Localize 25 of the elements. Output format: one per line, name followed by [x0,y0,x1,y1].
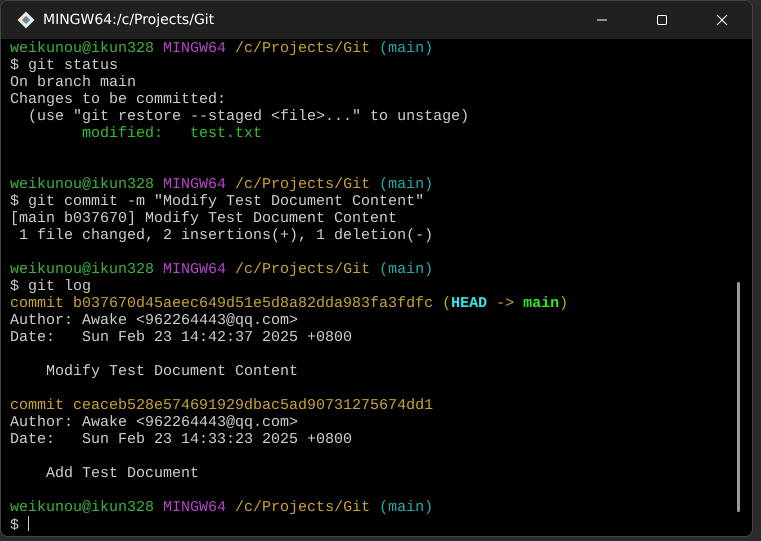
terminal-line: weikunou@ikun328 MINGW64 /c/Projects/Git (main) [10,176,434,193]
terminal-line: [main b037670] Modify Test Document Content [10,210,398,227]
terminal-line: commit b037670d45aeec649d51e5d8a82dda983fa3fdfc (HEAD -> main) [10,295,570,312]
window-title: MINGW64:/c/Projects/Git [43,12,214,28]
terminal-line: On branch main [10,74,138,91]
terminal-line: Date: Sun Feb 23 14:33:23 2025 +0800 [10,431,354,448]
terminal-line: $ [10,516,734,533]
terminal-line: 1 file changed, 2 insertions(+), 1 deletion(-) [18,227,434,244]
terminal-line: Add Test Document [45,465,200,482]
terminal-line: Date: Sun Feb 23 14:42:37 2025 +0800 [10,329,354,346]
terminal-line: modified: test.txt [81,125,264,142]
terminal-line: weikunou@ikun328 MINGW64 /c/Projects/Git (main) [10,261,434,278]
terminal-line: (use "git restore --staged <file>..." to unstage) [27,108,470,125]
terminal-line: Author: Awake <962264443@qq.com> [10,312,300,329]
terminal-line: weikunou@ikun328 MINGW64 /c/Projects/Git (main) [10,499,434,516]
terminal-line: $ git log [10,278,92,295]
terminal-line: commit ceaceb528e574691929dbac5ad90731275674dd1 [10,397,434,414]
terminal-line: $ git commit -m "Modify Test Document Content" [10,193,426,210]
terminal-line: Changes to be committed: [10,91,228,108]
close-icon [716,14,728,26]
terminal-line: weikunou@ikun328 MINGW64 /c/Projects/Git (main) [10,40,434,57]
maximize-icon [656,14,668,26]
terminal-line: Author: Awake <962264443@qq.com> [10,414,300,431]
terminal-line: Modify Test Document Content [45,363,300,380]
terminal-line: $ git status [10,57,120,74]
